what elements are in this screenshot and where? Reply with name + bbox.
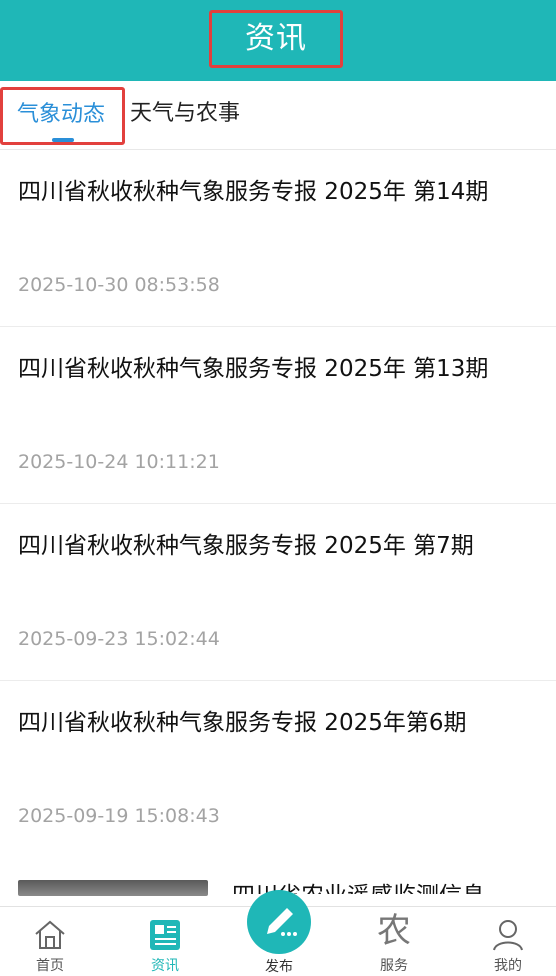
article-title: 四川省秋收秋种气象服务专报 2025年 第14期	[18, 179, 489, 205]
header-bar: 资讯	[0, 0, 556, 81]
post-button[interactable]	[247, 890, 311, 954]
nav-label-service: 服务	[380, 958, 408, 974]
nav-item-home[interactable]: 首页	[0, 907, 100, 976]
nav-item-service[interactable]: 农 服务	[344, 907, 444, 976]
app-root: 资讯 气象动态 天气与农事 四川省秋收秋种气象服务专报 2025年 第14期 2…	[0, 0, 556, 976]
nong-icon: 农	[377, 911, 411, 951]
article-time: 2025-09-23 15:02:44	[18, 628, 220, 650]
article-time: 2025-10-30 08:53:58	[18, 274, 220, 296]
tab-weather-farming[interactable]: 天气与农事	[130, 81, 270, 149]
nav-item-news[interactable]: 资讯	[115, 907, 215, 976]
pencil-icon	[267, 908, 297, 936]
article-title: 四川省秋收秋种气象服务专报 2025年 第13期	[18, 356, 489, 382]
user-icon	[493, 920, 523, 951]
article-title: 四川省秋收秋种气象服务专报 2025年 第7期	[18, 533, 474, 559]
page-title: 资讯	[209, 10, 343, 68]
article-time: 2025-10-24 10:11:21	[18, 451, 220, 473]
article-thumbnail	[18, 880, 208, 896]
nav-label-news: 资讯	[151, 958, 179, 974]
list-item[interactable]: 四川省秋收秋种气象服务专报 2025年 第7期 2025-09-23 15:02…	[0, 504, 556, 681]
bottom-navigation: 首页 资讯 发布 农 服务 我的	[0, 890, 556, 976]
news-icon	[150, 920, 180, 950]
active-tab-indicator	[52, 138, 74, 142]
list-item[interactable]: 四川省秋收秋种气象服务专报 2025年 第14期 2025-10-30 08:5…	[0, 150, 556, 327]
nav-label-home: 首页	[36, 958, 64, 974]
list-item[interactable]: 四川省秋收秋种气象服务专报 2025年 第13期 2025-10-24 10:1…	[0, 327, 556, 504]
nav-item-mine[interactable]: 我的	[458, 907, 556, 976]
nav-label-mine: 我的	[494, 958, 522, 974]
article-time: 2025-09-19 15:08:43	[18, 805, 220, 827]
list-item[interactable]: 四川省秋收秋种气象服务专报 2025年第6期 2025-09-19 15:08:…	[0, 681, 556, 858]
nav-label-post: 发布	[265, 959, 293, 975]
nav-item-post[interactable]: 发布	[229, 890, 329, 976]
home-icon	[35, 920, 65, 949]
tab-bar: 气象动态 天气与农事	[0, 81, 556, 150]
article-title: 四川省秋收秋种气象服务专报 2025年第6期	[18, 710, 467, 736]
tab-weather-news[interactable]: 气象动态	[0, 87, 125, 145]
